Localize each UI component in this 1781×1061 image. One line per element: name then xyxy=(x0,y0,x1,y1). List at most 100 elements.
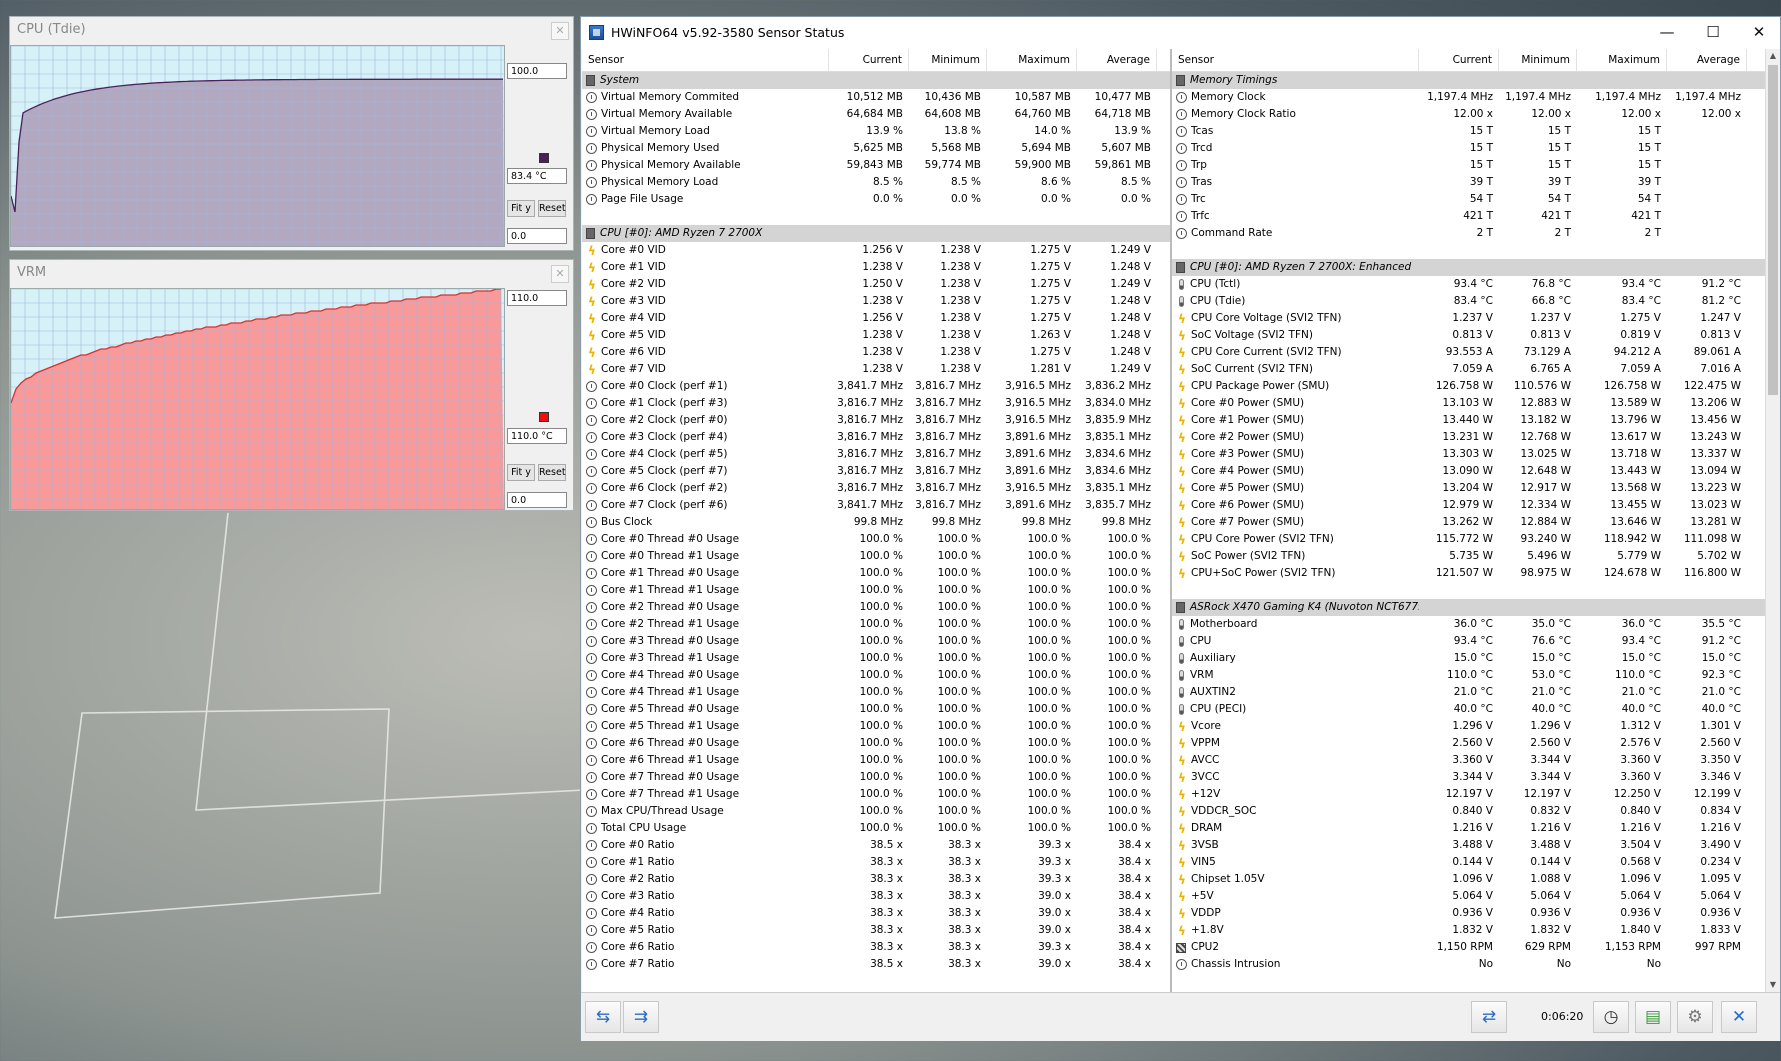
col-current[interactable]: Current xyxy=(1419,49,1499,71)
table-row[interactable]: ϟ CPU Core Current (SVI2 TFN) 93.553 A 73.1… xyxy=(1172,344,1765,361)
table-row[interactable]: Physical Memory Load 8.5 % 8.5 % 8.6 % 8.5 % xyxy=(582,174,1170,191)
graph-min-value[interactable]: 0.0 xyxy=(507,228,567,244)
sensor-group-row[interactable]: CPU [#0]: AMD Ryzen 7 2700X: Enhanced xyxy=(1172,259,1765,276)
table-row[interactable]: CPU (Tdie) 83.4 °C 66.8 °C 83.4 °C 81.2 °C xyxy=(1172,293,1765,310)
table-row[interactable]: Page File Usage 0.0 % 0.0 % 0.0 % 0.0 % xyxy=(582,191,1170,208)
table-row[interactable]: Core #2 Clock (perf #0) 3,816.7 MHz 3,816.… xyxy=(582,412,1170,429)
table-row[interactable]: Memory Clock Ratio 12.00 x 12.00 x 12.00 x 1… xyxy=(1172,106,1765,123)
table-row[interactable]: ϟ Core #5 Power (SMU) 13.204 W 12.917 W 13.5… xyxy=(1172,480,1765,497)
maximize-button[interactable]: ☐ xyxy=(1690,17,1736,49)
clock-icon[interactable]: ◷ xyxy=(1593,1001,1629,1033)
table-row[interactable]: Core #6 Thread #0 Usage 100.0 % 100.0 % 100… xyxy=(582,735,1170,752)
table-row[interactable]: ϟ +12V 12.197 V 12.197 V 12.250 V 12.199 V xyxy=(1172,786,1765,803)
table-row[interactable]: Core #4 Thread #0 Usage 100.0 % 100.0 % 100… xyxy=(582,667,1170,684)
table-row[interactable]: ϟ CPU+SoC Power (SVI2 TFN) 121.507 W 98.975… xyxy=(1172,565,1765,582)
table-row[interactable]: Core #0 Clock (perf #1) 3,841.7 MHz 3,816.… xyxy=(582,378,1170,395)
table-row[interactable]: ϟ Core #6 Power (SMU) 12.979 W 12.334 W 13.4… xyxy=(1172,497,1765,514)
table-row[interactable]: ϟ VIN5 0.144 V 0.144 V 0.568 V 0.234 V xyxy=(1172,854,1765,871)
scroll-up-icon[interactable]: ▲ xyxy=(1766,49,1780,63)
scroll-down-icon[interactable]: ▼ xyxy=(1766,978,1780,992)
table-row[interactable]: VRM 110.0 °C 53.0 °C 110.0 °C 92.3 °C xyxy=(1172,667,1765,684)
table-row[interactable]: ϟ VDDP 0.936 V 0.936 V 0.936 V 0.936 V xyxy=(1172,905,1765,922)
graph-max-value[interactable]: 110.0 xyxy=(507,290,567,306)
graph-min-value[interactable]: 0.0 xyxy=(507,492,567,508)
table-row[interactable]: Tcas 15 T 15 T 15 T xyxy=(1172,123,1765,140)
table-row[interactable]: ϟ Core #7 VID 1.238 V 1.238 V 1.281 V 1.249 V xyxy=(582,361,1170,378)
vertical-scrollbar[interactable]: ▲ ▼ xyxy=(1765,49,1780,992)
table-row[interactable]: Core #0 Ratio 38.5 x 38.3 x 39.3 x 38.4 x xyxy=(582,837,1170,854)
table-row[interactable]: ϟ Vcore 1.296 V 1.296 V 1.312 V 1.301 V xyxy=(1172,718,1765,735)
table-row[interactable]: CPU (Tctl) 93.4 °C 76.8 °C 93.4 °C 91.2 °C xyxy=(1172,276,1765,293)
table-row[interactable]: Total CPU Usage 100.0 % 100.0 % 100.0 % 100.… xyxy=(582,820,1170,837)
table-row[interactable]: ϟ SoC Voltage (SVI2 TFN) 0.813 V 0.813 V 0.8… xyxy=(1172,327,1765,344)
table-row[interactable]: ϟ 3VSB 3.488 V 3.488 V 3.504 V 3.490 V xyxy=(1172,837,1765,854)
table-row[interactable]: ϟ Core #0 VID 1.256 V 1.238 V 1.275 V 1.249 V xyxy=(582,242,1170,259)
table-row[interactable]: ϟ CPU Core Voltage (SVI2 TFN) 1.237 V 1.237… xyxy=(1172,310,1765,327)
table-row[interactable]: Virtual Memory Commited 10,512 MB 10,436 M… xyxy=(582,89,1170,106)
table-row[interactable]: ϟ CPU Package Power (SMU) 126.758 W 110.576… xyxy=(1172,378,1765,395)
minimize-button[interactable]: — xyxy=(1644,17,1690,49)
table-row[interactable]: ϟ SoC Current (SVI2 TFN) 7.059 A 6.765 A 7.0… xyxy=(1172,361,1765,378)
table-row[interactable]: ϟ Core #4 VID 1.256 V 1.238 V 1.275 V 1.248 V xyxy=(582,310,1170,327)
table-row[interactable]: Core #7 Thread #0 Usage 100.0 % 100.0 % 100… xyxy=(582,769,1170,786)
table-row[interactable]: Motherboard 36.0 °C 35.0 °C 36.0 °C 35.5 °C xyxy=(1172,616,1765,633)
col-minimum[interactable]: Minimum xyxy=(1499,49,1577,71)
table-row[interactable]: Trfc 421 T 421 T 421 T xyxy=(1172,208,1765,225)
table-row[interactable]: ϟ CPU Core Power (SVI2 TFN) 115.772 W 93.24… xyxy=(1172,531,1765,548)
col-current[interactable]: Current xyxy=(829,49,909,71)
table-row[interactable]: Auxiliary 15.0 °C 15.0 °C 15.0 °C 15.0 °C xyxy=(1172,650,1765,667)
col-minimum[interactable]: Minimum xyxy=(909,49,987,71)
sensor-group-row[interactable]: System xyxy=(582,72,1170,89)
close-button[interactable]: ✕ xyxy=(1736,17,1781,49)
table-row[interactable]: Core #7 Thread #1 Usage 100.0 % 100.0 % 100… xyxy=(582,786,1170,803)
table-row[interactable]: Core #5 Ratio 38.3 x 38.3 x 39.0 x 38.4 x xyxy=(582,922,1170,939)
table-row[interactable]: Trc 54 T 54 T 54 T xyxy=(1172,191,1765,208)
col-maximum[interactable]: Maximum xyxy=(987,49,1077,71)
table-row[interactable]: Physical Memory Available 59,843 MB 59,774… xyxy=(582,157,1170,174)
table-row[interactable]: Core #7 Ratio 38.5 x 38.3 x 39.0 x 38.4 x xyxy=(582,956,1170,973)
series-color-swatch[interactable] xyxy=(539,153,549,163)
table-row[interactable]: ϟ Core #5 VID 1.238 V 1.238 V 1.263 V 1.248 V xyxy=(582,327,1170,344)
table-row[interactable]: Core #5 Clock (perf #7) 3,816.7 MHz 3,816.… xyxy=(582,463,1170,480)
table-row[interactable]: Core #6 Ratio 38.3 x 38.3 x 39.3 x 38.4 x xyxy=(582,939,1170,956)
table-row[interactable]: Core #1 Thread #0 Usage 100.0 % 100.0 % 100… xyxy=(582,565,1170,582)
series-color-swatch[interactable] xyxy=(539,412,549,422)
table-row[interactable]: ϟ Core #0 Power (SMU) 13.103 W 12.883 W 13.5… xyxy=(1172,395,1765,412)
arrows-right-icon[interactable]: ⇉ xyxy=(623,1001,659,1033)
close-icon[interactable]: ✕ xyxy=(551,22,569,40)
table-row[interactable]: Core #1 Ratio 38.3 x 38.3 x 39.3 x 38.4 x xyxy=(582,854,1170,871)
table-row[interactable]: ϟ AVCC 3.360 V 3.344 V 3.360 V 3.350 V xyxy=(1172,752,1765,769)
fit-y-button[interactable]: Fit y xyxy=(507,200,535,217)
table-row[interactable]: Bus Clock 99.8 MHz 99.8 MHz 99.8 MHz 99.8 MH… xyxy=(582,514,1170,531)
table-row[interactable]: ϟ 3VCC 3.344 V 3.344 V 3.360 V 3.346 V xyxy=(1172,769,1765,786)
table-row[interactable]: Memory Clock 1,197.4 MHz 1,197.4 MHz 1,197.… xyxy=(1172,89,1765,106)
gear-icon[interactable]: ⚙ xyxy=(1677,1001,1713,1033)
close-icon[interactable]: ✕ xyxy=(1721,1001,1757,1033)
col-average[interactable]: Average xyxy=(1077,49,1157,71)
col-maximum[interactable]: Maximum xyxy=(1577,49,1667,71)
col-sensor[interactable]: Sensor xyxy=(1172,49,1419,71)
table-row[interactable]: ϟ VDDCR_SOC 0.840 V 0.832 V 0.840 V 0.834 V xyxy=(1172,803,1765,820)
col-sensor[interactable]: Sensor xyxy=(582,49,829,71)
table-row[interactable]: ϟ +5V 5.064 V 5.064 V 5.064 V 5.064 V xyxy=(1172,888,1765,905)
table-row[interactable]: ϟ VPPM 2.560 V 2.560 V 2.576 V 2.560 V xyxy=(1172,735,1765,752)
table-row[interactable]: ϟ Core #6 VID 1.238 V 1.238 V 1.275 V 1.248 V xyxy=(582,344,1170,361)
table-row[interactable]: ϟ Core #2 Power (SMU) 13.231 W 12.768 W 13.6… xyxy=(1172,429,1765,446)
table-row[interactable]: Core #0 Thread #0 Usage 100.0 % 100.0 % 100… xyxy=(582,531,1170,548)
fit-y-button[interactable]: Fit y xyxy=(507,464,535,481)
sensor-group-row[interactable]: Memory Timings xyxy=(1172,72,1765,89)
table-row[interactable]: Physical Memory Used 5,625 MB 5,568 MB 5,69… xyxy=(582,140,1170,157)
table-row[interactable]: Core #3 Ratio 38.3 x 38.3 x 39.0 x 38.4 x xyxy=(582,888,1170,905)
network-icon[interactable]: ⇄ xyxy=(1471,1001,1507,1033)
table-row[interactable]: Core #4 Clock (perf #5) 3,816.7 MHz 3,816.… xyxy=(582,446,1170,463)
scroll-thumb[interactable] xyxy=(1768,65,1778,395)
table-row[interactable]: Core #2 Thread #1 Usage 100.0 % 100.0 % 100… xyxy=(582,616,1170,633)
table-row[interactable]: Chassis Intrusion No No No xyxy=(1172,956,1765,973)
col-average[interactable]: Average xyxy=(1667,49,1747,71)
table-row[interactable]: Core #1 Thread #1 Usage 100.0 % 100.0 % 100… xyxy=(582,582,1170,599)
table-row[interactable]: Virtual Memory Load 13.9 % 13.8 % 14.0 % 13.… xyxy=(582,123,1170,140)
table-row[interactable]: Max CPU/Thread Usage 100.0 % 100.0 % 100.0 … xyxy=(582,803,1170,820)
table-row[interactable]: Trcd 15 T 15 T 15 T xyxy=(1172,140,1765,157)
table-row[interactable]: ϟ Core #1 VID 1.238 V 1.238 V 1.275 V 1.248 V xyxy=(582,259,1170,276)
table-row[interactable]: Core #6 Thread #1 Usage 100.0 % 100.0 % 100… xyxy=(582,752,1170,769)
